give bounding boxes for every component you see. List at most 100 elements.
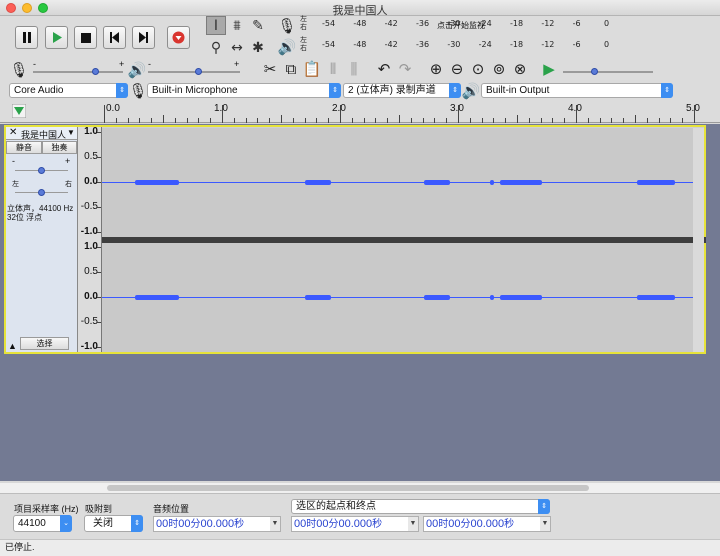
selection-mode-select[interactable]: 选区的起点和终点 ⇕ xyxy=(291,499,550,514)
play-at-speed-button[interactable]: ▶ xyxy=(539,59,559,79)
snap-to-select[interactable]: 关闭 ⇕ xyxy=(84,515,143,532)
fit-selection-icon: ⊙ xyxy=(471,60,485,78)
solo-button[interactable]: 独奏 xyxy=(42,141,77,154)
ruler-minor-tick xyxy=(210,118,212,123)
silence-audio-icon: ⫼ xyxy=(350,60,358,78)
play-at-speed-icon: ▶ xyxy=(543,60,555,78)
zoom-out-button[interactable]: ⊖ xyxy=(447,59,467,79)
audio-position-time[interactable]: 00时00分00.000秒 ▼ xyxy=(153,516,281,532)
selection-start-time[interactable]: 00时00分00.000秒 ▼ xyxy=(291,516,419,532)
time-unit: 时 xyxy=(438,519,449,530)
redo-icon: ↷ xyxy=(398,60,412,78)
chevron-updown-icon: ⇕ xyxy=(449,83,461,98)
audio-host-select[interactable]: Core Audio ⇕ xyxy=(9,83,128,98)
vertical-ruler[interactable]: 1.0 0.5 0.0 -0.5 -1.0 1.0 0.5 0.0 -0.5 -1.0 xyxy=(78,126,102,352)
meter-tick-label: -54 xyxy=(322,19,336,28)
skip-to-start-button[interactable] xyxy=(103,26,126,49)
pencil-icon: ✎ xyxy=(252,17,264,34)
copy-button[interactable]: ⧉ xyxy=(281,59,301,79)
waveform-segment xyxy=(490,295,494,300)
track-control-panel[interactable]: ✕ 我是中国人 ▼ 静音 独奏 - + 左 右 立体声，44100 Hz 32位… xyxy=(6,127,78,352)
input-volume-slider[interactable] xyxy=(33,71,123,73)
ruler-minor-tick xyxy=(434,118,436,123)
chevron-down-icon: ▼ xyxy=(408,517,418,531)
selection-end-time[interactable]: 00时00分00.000秒 ▼ xyxy=(423,516,551,532)
gain-plus: + xyxy=(65,156,71,166)
ruler-minor-tick xyxy=(304,118,306,123)
pan-slider-knob[interactable] xyxy=(38,189,45,196)
waveform-center-line xyxy=(102,182,693,183)
skip-to-end-button[interactable] xyxy=(132,26,155,49)
meter-tick-label: 0 xyxy=(604,19,610,28)
waveform-channel-left[interactable] xyxy=(102,128,693,237)
output-volume-icon: 🔊 xyxy=(127,60,147,80)
close-track-icon[interactable]: ✕ xyxy=(9,127,17,138)
project-rate-select[interactable]: 44100 ⌄ xyxy=(13,515,72,532)
play-at-speed-slider[interactable] xyxy=(563,71,653,73)
play-button[interactable] xyxy=(45,26,68,49)
playback-device-select[interactable]: Built-in Output ⇕ xyxy=(481,83,673,98)
skip-to-start-icon xyxy=(110,32,119,43)
speaker-icon: 🔊 xyxy=(461,82,481,100)
zoom-in-button[interactable]: ⊕ xyxy=(426,59,446,79)
fit-project-button[interactable]: ⊚ xyxy=(489,59,509,79)
green-triangle-icon xyxy=(11,103,27,119)
zoom-tool-button[interactable]: ⚲ xyxy=(206,38,226,57)
waveform-center-line xyxy=(102,297,693,298)
play-at-speed-knob[interactable] xyxy=(590,68,598,75)
ruler-minor-tick xyxy=(599,118,601,123)
meter-tick-label: -30 xyxy=(447,40,461,49)
mixer-plus: + xyxy=(119,59,125,69)
trim-button[interactable]: ⦀ xyxy=(323,59,343,79)
redo-button[interactable]: ↷ xyxy=(395,59,415,79)
amplitude-label: 0.0 xyxy=(84,291,98,302)
snap-to-label: 吸附到 xyxy=(85,504,113,514)
chevron-updown-icon: ⇕ xyxy=(131,515,143,532)
time-unit: 秒 xyxy=(234,519,245,530)
paste-button[interactable]: 📋 xyxy=(302,59,322,79)
magnifier-icon: ⚲ xyxy=(210,39,222,56)
amplitude-label: -0.5 xyxy=(80,316,98,327)
record-button[interactable] xyxy=(167,26,190,49)
input-volume-slider-knob[interactable] xyxy=(92,68,99,75)
undo-button[interactable]: ↶ xyxy=(374,59,394,79)
time-shift-tool-button[interactable]: ↔ xyxy=(227,38,247,57)
fit-selection-button[interactable]: ⊙ xyxy=(468,59,488,79)
horizontal-scrollbar-thumb[interactable] xyxy=(107,485,589,491)
timeline-ruler[interactable]: 0.0 1.0 2.0 3.0 4.0 5.0 xyxy=(0,101,720,123)
multi-tool-button[interactable]: ✱ xyxy=(248,38,268,57)
ruler-minor-tick xyxy=(281,115,282,123)
amplitude-tick xyxy=(97,322,101,323)
recording-device-select[interactable]: Built-in Microphone ⇕ xyxy=(147,83,341,98)
timeline-options-button[interactable] xyxy=(11,103,27,121)
amplitude-tick xyxy=(97,157,101,158)
ruler-minor-tick xyxy=(646,118,648,123)
cut-button[interactable]: ✂ xyxy=(260,59,280,79)
microphone-icon: 🎙 xyxy=(277,17,297,35)
playback-meter-button[interactable]: 🔊 xyxy=(277,37,297,57)
collapse-track-icon[interactable]: ▲ xyxy=(8,341,17,351)
envelope-icon: ⩩ xyxy=(233,17,241,34)
waveform-segment xyxy=(424,295,450,300)
waveform-channel-right[interactable] xyxy=(102,243,693,352)
track-menu-chevron-down-icon[interactable]: ▼ xyxy=(67,128,75,137)
silence-button[interactable]: ⫼ xyxy=(344,59,364,79)
gain-slider-knob[interactable] xyxy=(38,167,45,174)
selection-tool-button[interactable]: I xyxy=(206,16,226,35)
playback-meter[interactable]: -54 -48 -42 -36 -30 -24 -18 -12 -6 0 xyxy=(322,39,612,53)
stop-button[interactable] xyxy=(74,26,97,49)
track-name-bar[interactable]: ✕ 我是中国人 ▼ xyxy=(6,127,77,140)
ruler-minor-tick xyxy=(151,118,153,123)
mute-button[interactable]: 静音 xyxy=(6,141,42,154)
ruler-minor-tick xyxy=(623,118,625,123)
recording-channels-select[interactable]: 2 (立体声) 录制声道 ⇕ xyxy=(343,83,461,98)
time-seconds: 00.000 xyxy=(338,518,373,530)
select-track-button[interactable]: 选择 xyxy=(20,337,69,350)
envelope-tool-button[interactable]: ⩩ xyxy=(227,16,247,35)
vertical-scrollbar[interactable] xyxy=(707,124,720,481)
pause-button[interactable] xyxy=(15,26,38,49)
draw-tool-button[interactable]: ✎ xyxy=(248,16,268,35)
zoom-toggle-button[interactable]: ⊗ xyxy=(510,59,530,79)
output-volume-slider-knob[interactable] xyxy=(194,68,202,75)
record-meter-button[interactable]: 🎙 xyxy=(277,16,297,36)
